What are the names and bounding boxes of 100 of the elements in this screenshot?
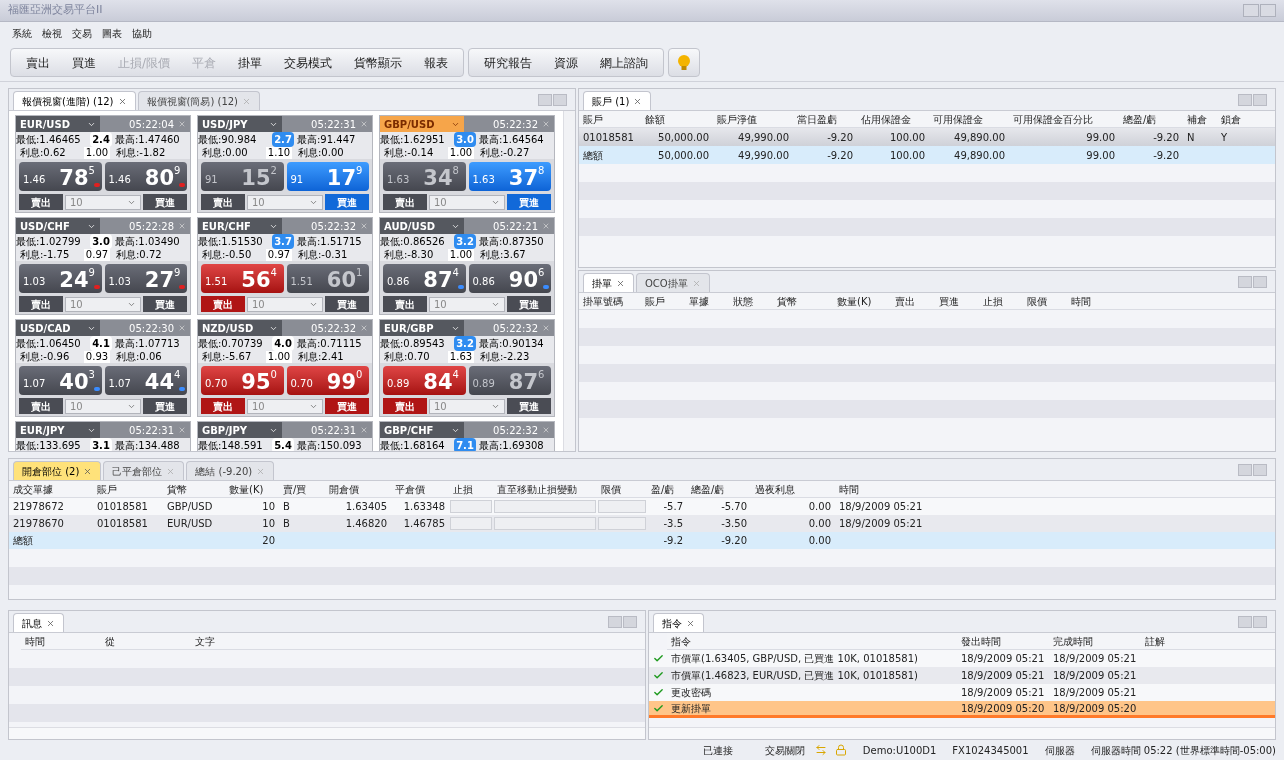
column-header[interactable]: 數量(K) — [837, 295, 872, 307]
close-icon[interactable] — [360, 222, 368, 230]
close-icon[interactable] — [83, 466, 93, 476]
buy-label[interactable]: 買進 — [507, 296, 551, 312]
buy-label[interactable]: 買進 — [325, 296, 369, 312]
column-header[interactable]: 成交單據 — [13, 483, 53, 495]
column-header[interactable]: 當日盈虧 — [797, 113, 837, 125]
column-header[interactable]: 時間 — [1071, 295, 1091, 307]
column-header[interactable]: 限價 — [601, 483, 621, 495]
buy-label[interactable]: 買進 — [143, 194, 187, 210]
close-icon[interactable] — [633, 96, 643, 106]
menu-item[interactable]: 交易 — [72, 25, 92, 41]
column-header[interactable]: 可用保證金百分比 — [1013, 113, 1093, 125]
toolbar-button[interactable]: 掛單 — [227, 50, 274, 75]
close-icon[interactable] — [360, 120, 368, 128]
toolbar-button[interactable]: 資源 — [543, 50, 590, 75]
panel-tab[interactable]: 訊息 — [13, 613, 64, 632]
sell-label[interactable]: 賣出 — [19, 296, 63, 312]
close-button[interactable] — [1253, 93, 1267, 106]
buy-label[interactable]: 買進 — [143, 296, 187, 312]
input-field[interactable] — [494, 500, 596, 513]
menu-item[interactable]: 檢視 — [42, 25, 62, 41]
pair-selector[interactable]: GBP/USD — [380, 116, 464, 132]
panel-tab[interactable]: 開倉部位 (2) — [13, 461, 102, 480]
sell-label[interactable]: 賣出 — [201, 296, 245, 312]
column-header[interactable]: 賣/買 — [283, 483, 307, 495]
menu-item[interactable]: 協助 — [132, 25, 152, 41]
column-header[interactable]: 指令 — [671, 635, 691, 647]
column-header[interactable]: 賬戶 — [645, 295, 665, 307]
toolbar-button[interactable]: 報表 — [413, 50, 460, 75]
column-header[interactable]: 時間 — [839, 483, 859, 495]
sell-label[interactable]: 賣出 — [383, 398, 427, 414]
close-button[interactable] — [553, 93, 567, 106]
close-icon[interactable] — [542, 426, 550, 434]
pair-selector[interactable]: EUR/GBP — [380, 320, 464, 336]
table-row[interactable]: 更新掛單 18/9/2009 05:20 18/9/2009 05:20 — [649, 701, 1275, 718]
toolbar-button[interactable]: 研究報告 — [473, 50, 544, 75]
toolbar-button[interactable]: 網上諮詢 — [589, 50, 660, 75]
close-icon[interactable] — [178, 120, 186, 128]
panel-tab[interactable]: 指令 — [653, 613, 704, 632]
pair-selector[interactable]: AUD/USD — [380, 218, 464, 234]
column-header[interactable]: 貨幣 — [777, 295, 797, 307]
column-header[interactable]: 完成時間 — [1053, 635, 1093, 647]
column-header[interactable]: 發出時間 — [961, 635, 1001, 647]
close-button[interactable] — [623, 615, 637, 628]
column-header[interactable]: 貨幣 — [167, 483, 187, 495]
column-header[interactable]: 止損 — [453, 483, 473, 495]
column-header[interactable]: 止損 — [983, 295, 1003, 307]
column-header[interactable]: 從 — [105, 635, 115, 647]
minimize-button[interactable] — [1243, 4, 1259, 17]
column-header[interactable]: 賬戶 — [583, 113, 603, 125]
column-header[interactable]: 單據 — [689, 295, 709, 307]
table-row[interactable]: 21978672 01018581 GBP/USD 10 B 1.63405 1.63348 -5.7 -5.70 0.00 18/9/2009 05:21 — [9, 498, 1275, 515]
sell-label[interactable]: 賣出 — [201, 398, 245, 414]
close-icon[interactable] — [616, 278, 625, 288]
panel-tab[interactable]: 總結 (-9.20) — [186, 461, 275, 480]
table-row[interactable]: 01018581 50,000.00 49,990.00 -9.20 100.00 49,890.00 99.00 -9.20 N Y — [579, 128, 1275, 146]
close-icon[interactable] — [542, 120, 550, 128]
input-field[interactable] — [450, 500, 492, 513]
column-header[interactable]: 文字 — [195, 635, 215, 647]
pair-selector[interactable]: EUR/USD — [16, 116, 100, 132]
close-button[interactable] — [1253, 275, 1267, 288]
panel-tab[interactable]: OCO掛單 — [636, 273, 710, 292]
input-field[interactable] — [598, 517, 646, 530]
table-row[interactable]: 總額 50,000.00 49,990.00 -9.20 100.00 49,890.00 99.00 -9.20 — [579, 146, 1275, 164]
column-header[interactable]: 補倉 — [1187, 113, 1207, 125]
table-row[interactable]: 更改密碼 18/9/2009 05:21 18/9/2009 05:21 — [649, 684, 1275, 701]
panel-tab[interactable]: 己平倉部位 — [103, 461, 185, 480]
restore-button[interactable] — [1238, 463, 1252, 476]
input-field[interactable] — [598, 500, 646, 513]
toolbar-button[interactable]: 買進 — [61, 50, 107, 75]
pair-selector[interactable]: EUR/JPY — [16, 422, 100, 438]
scrollbar[interactable] — [649, 727, 1275, 739]
sell-label[interactable]: 賣出 — [201, 194, 245, 210]
table-row[interactable]: 市價單(1.46823, EUR/USD, 已買進 10K, 01018581) 18/9/2009 05:21 18/9/2009 05:21 — [649, 667, 1275, 684]
panel-tab[interactable]: 掛單 — [583, 273, 634, 292]
close-icon[interactable] — [178, 426, 186, 434]
toolbar-button[interactable]: 交易模式 — [273, 50, 344, 75]
panel-tab[interactable]: 賬戶 (1) — [583, 91, 652, 110]
pair-selector[interactable]: USD/JPY — [198, 116, 282, 132]
column-header[interactable]: 時間 — [25, 635, 45, 647]
close-icon[interactable] — [360, 426, 368, 434]
buy-label[interactable]: 買進 — [143, 398, 187, 414]
maximize-button[interactable] — [1260, 4, 1276, 17]
column-header[interactable]: 開倉價 — [329, 483, 359, 495]
panel-tab[interactable]: 報價視窗(簡易) (12) — [137, 91, 261, 110]
column-header[interactable]: 掛單號碼 — [583, 295, 623, 307]
scrollbar[interactable] — [563, 111, 575, 451]
column-header[interactable]: 鎖倉 — [1221, 113, 1241, 125]
column-header[interactable]: 總盈/虧 — [1123, 113, 1157, 125]
column-header[interactable]: 狀態 — [733, 295, 753, 307]
close-icon[interactable] — [686, 618, 695, 628]
close-icon[interactable] — [542, 324, 550, 332]
toolbar-button[interactable]: 貨幣顯示 — [343, 50, 414, 75]
panel-tab[interactable]: 報價視窗(進階) (12) — [13, 91, 136, 110]
restore-button[interactable] — [1238, 275, 1252, 288]
column-header[interactable]: 賣出 — [895, 295, 915, 307]
column-header[interactable]: 買進 — [939, 295, 959, 307]
sell-label[interactable]: 賣出 — [19, 398, 63, 414]
buy-label[interactable]: 買進 — [507, 398, 551, 414]
